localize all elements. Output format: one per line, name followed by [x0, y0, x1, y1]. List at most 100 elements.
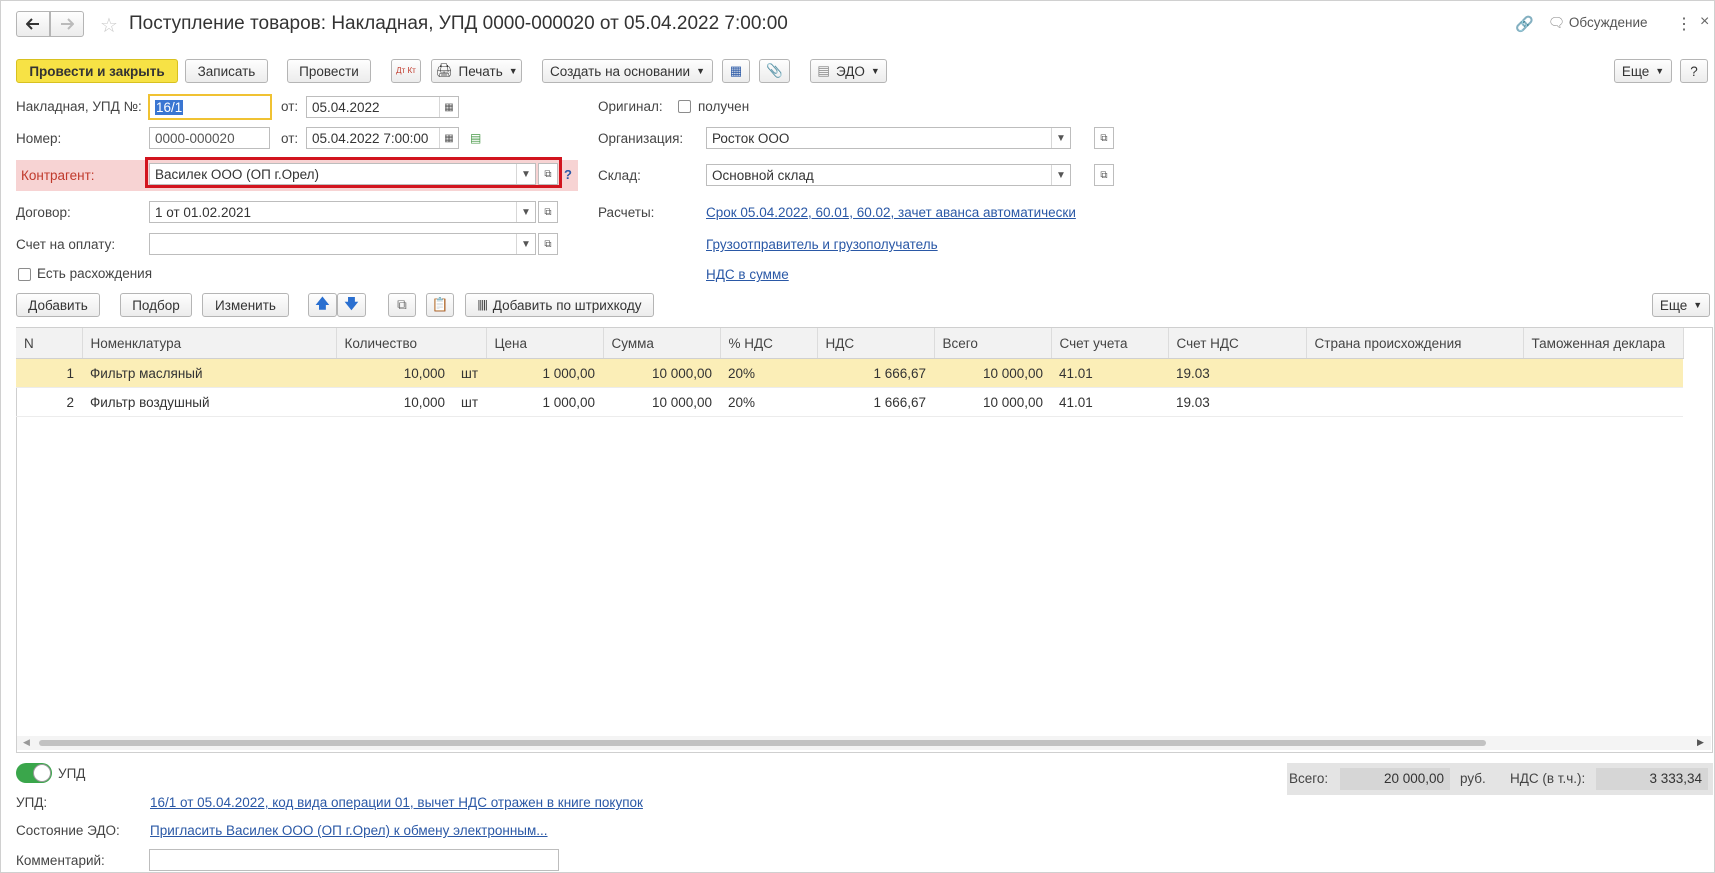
number-date-field[interactable]: 05.04.2022 7:00:00 ▦: [306, 127, 459, 149]
original-received-label: получен: [698, 99, 750, 114]
col-qty[interactable]: Количество: [336, 328, 487, 359]
edo-state-label: Состояние ЭДО:: [16, 823, 120, 838]
add-row-button[interactable]: Добавить: [16, 293, 100, 317]
dropdown-arrow-icon[interactable]: ▼: [1051, 165, 1070, 185]
caret-down-icon: ▼: [870, 66, 880, 76]
cell-vat-rate: 20%: [720, 358, 818, 388]
calendar-icon[interactable]: ▦: [439, 128, 458, 148]
cell-total: 10 000,00: [934, 387, 1052, 417]
col-customs[interactable]: Таможенная деклара: [1523, 328, 1684, 359]
contract-open-button[interactable]: ⧉: [538, 201, 558, 223]
cell-total: 10 000,00: [934, 358, 1052, 388]
counterparty-open-button[interactable]: ⧉: [538, 163, 558, 185]
discrepancy-checkbox[interactable]: [18, 268, 31, 281]
vat-in-sum-link[interactable]: НДС в сумме: [706, 267, 789, 282]
col-vat-rate[interactable]: % НДС: [720, 328, 818, 359]
structure-icon: ▦: [729, 63, 743, 78]
star-icon[interactable]: ☆: [100, 13, 118, 38]
comment-field[interactable]: [149, 849, 559, 871]
move-down-button[interactable]: 🡇: [337, 293, 366, 317]
dropdown-arrow-icon[interactable]: ▼: [516, 164, 535, 184]
cell-item: Фильтр воздушный: [82, 387, 336, 417]
col-item[interactable]: Номенклатура: [82, 328, 337, 359]
link-icon[interactable]: 🔗: [1515, 15, 1534, 33]
forward-button[interactable]: [50, 11, 84, 37]
copy-button[interactable]: ⧉: [388, 293, 416, 317]
discussion-label: Обсуждение: [1568, 15, 1648, 30]
table-row[interactable]: 2 Фильтр воздушный 10,000 шт 1 000,00 10…: [16, 387, 1684, 417]
move-up-button[interactable]: 🡅: [308, 293, 337, 317]
contract-field[interactable]: 1 от 01.02.2021 ▼: [149, 201, 536, 223]
calendar-icon[interactable]: ▦: [439, 97, 458, 117]
save-button[interactable]: Записать: [185, 59, 268, 83]
add-by-barcode-button[interactable]: ||||| Добавить по штрихкоду: [465, 293, 654, 317]
original-received-checkbox[interactable]: [678, 100, 691, 113]
edo-button[interactable]: ▤ ЭДО ▼: [810, 59, 887, 83]
organization-field[interactable]: Росток ООО ▼: [706, 127, 1071, 149]
barcode-icon: |||||: [477, 299, 488, 311]
organization-open-button[interactable]: ⧉: [1094, 127, 1114, 149]
warehouse-field[interactable]: Основной склад ▼: [706, 164, 1071, 186]
shipper-consignee-link[interactable]: Грузоотправитель и грузополучатель: [706, 237, 938, 252]
col-total[interactable]: Всего: [934, 328, 1052, 359]
paperclip-icon: 📎: [766, 63, 783, 78]
dtkt-button[interactable]: Дт Кт: [391, 59, 421, 83]
upd-toggle[interactable]: [16, 763, 52, 783]
post-button[interactable]: Провести: [287, 59, 371, 83]
create-based-button[interactable]: Создать на основании ▼: [542, 59, 713, 83]
more-button[interactable]: Еще ▼: [1614, 59, 1672, 83]
caret-down-icon: ▼: [1693, 300, 1703, 310]
close-icon[interactable]: ×: [1700, 13, 1709, 31]
help-button[interactable]: ?: [1680, 59, 1708, 83]
col-sum[interactable]: Сумма: [603, 328, 721, 359]
scroll-left-icon[interactable]: ◀: [23, 737, 30, 748]
caret-down-icon: ▼: [696, 66, 705, 76]
invoice-date-field[interactable]: 05.04.2022 ▦: [306, 96, 459, 118]
more-vertical-icon[interactable]: ⋮: [1676, 14, 1692, 34]
attach-button[interactable]: 📎: [759, 59, 790, 83]
col-vat-account[interactable]: Счет НДС: [1168, 328, 1307, 359]
table-more-button[interactable]: Еще ▼: [1652, 293, 1710, 317]
edit-button[interactable]: Изменить: [202, 293, 289, 317]
counterparty-field[interactable]: Василек ООО (ОП г.Орел) ▼: [149, 163, 536, 185]
scroll-thumb[interactable]: [39, 740, 1486, 746]
structure-button[interactable]: ▦: [722, 59, 750, 83]
invoice-number-label: Накладная, УПД №:: [16, 99, 142, 114]
warehouse-value: Основной склад: [712, 167, 814, 183]
horizontal-scrollbar[interactable]: ◀ ▶: [17, 736, 1711, 750]
post-and-close-button[interactable]: Провести и закрыть: [16, 59, 178, 83]
number-field[interactable]: 0000-000020: [149, 127, 270, 149]
set-number-icon[interactable]: ▤: [470, 131, 481, 145]
invoice-number-field[interactable]: 16/1: [148, 94, 272, 120]
col-vat[interactable]: НДС: [817, 328, 935, 359]
number-value: 0000-000020: [155, 130, 235, 146]
back-button[interactable]: [16, 11, 50, 37]
select-button[interactable]: Подбор: [120, 293, 192, 317]
edo-state-link[interactable]: Пригласить Василек ООО (ОП г.Орел) к обм…: [150, 823, 548, 838]
add-by-barcode-label: Добавить по штрихкоду: [492, 297, 642, 313]
print-button[interactable]: 🖨 Печать ▼: [431, 59, 522, 83]
invoice-pay-open-button[interactable]: ⧉: [538, 233, 558, 255]
window-title: Поступление товаров: Накладная, УПД 0000…: [129, 13, 788, 34]
question-icon[interactable]: ?: [564, 167, 572, 182]
paste-button[interactable]: 📋: [426, 293, 454, 317]
settlements-link[interactable]: Срок 05.04.2022, 60.01, 60.02, зачет ава…: [706, 205, 1076, 220]
dropdown-arrow-icon[interactable]: ▼: [516, 234, 535, 254]
col-n[interactable]: N: [16, 328, 83, 359]
paste-icon: 📋: [431, 297, 449, 312]
caret-down-icon: ▼: [508, 66, 518, 76]
col-account[interactable]: Счет учета: [1051, 328, 1169, 359]
dropdown-arrow-icon[interactable]: ▼: [516, 202, 535, 222]
dropdown-arrow-icon[interactable]: ▼: [1051, 128, 1070, 148]
discussion-button[interactable]: 🗨 Обсуждение: [1548, 15, 1648, 31]
upd-link[interactable]: 16/1 от 05.04.2022, код вида операции 01…: [150, 795, 643, 810]
warehouse-open-button[interactable]: ⧉: [1094, 164, 1114, 186]
table-row[interactable]: 1 Фильтр масляный 10,000 шт 1 000,00 10 …: [16, 358, 1684, 388]
invoice-pay-field[interactable]: ▼: [149, 233, 536, 255]
cell-n: 2: [16, 387, 82, 417]
cell-vat-account: 19.03: [1168, 387, 1307, 417]
scroll-right-icon[interactable]: ▶: [1697, 737, 1704, 748]
col-country[interactable]: Страна происхождения: [1306, 328, 1524, 359]
currency-label: руб.: [1460, 771, 1486, 786]
col-price[interactable]: Цена: [486, 328, 604, 359]
